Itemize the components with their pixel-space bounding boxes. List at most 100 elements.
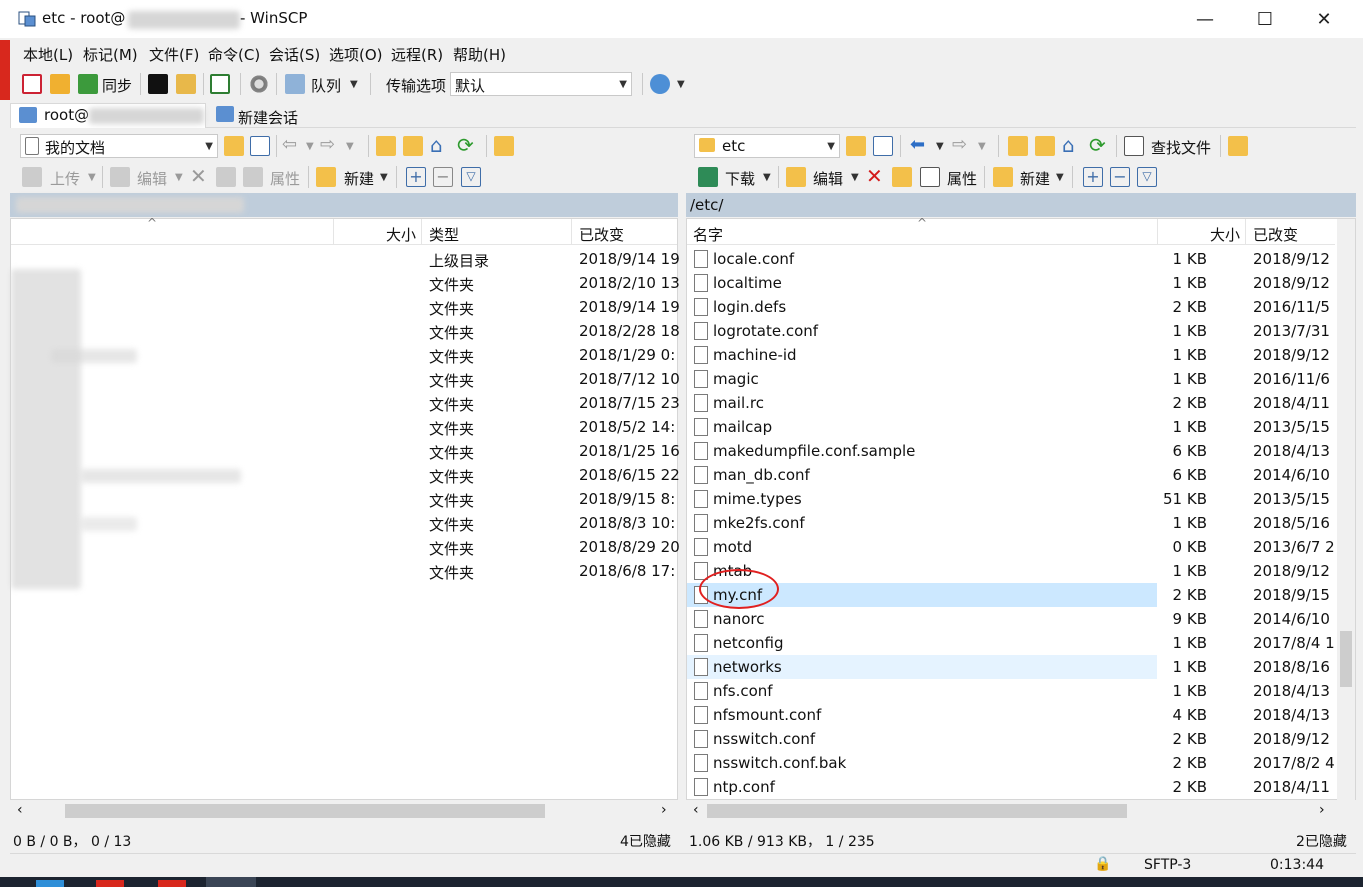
table-row[interactable]: localtime [687, 271, 1157, 295]
remote-location-select[interactable]: etc ▼ [694, 134, 840, 158]
find-files-icon[interactable] [1124, 136, 1144, 156]
table-row[interactable]: nfsmount.conf [687, 703, 1157, 727]
globe-icon[interactable] [650, 74, 670, 94]
scroll-right-arrow-icon[interactable]: › [1319, 802, 1325, 818]
table-row[interactable]: networks [687, 655, 1157, 679]
table-row[interactable]: 文件夹 2018/6/8 17: [11, 559, 677, 583]
remote-vertical-scrollbar[interactable] [1337, 219, 1355, 801]
root-directory-icon[interactable] [1035, 136, 1055, 156]
chevron-down-icon[interactable]: ▼ [936, 141, 944, 152]
column-type[interactable]: 类型 [429, 224, 459, 245]
upload-button[interactable]: 上传 [50, 168, 80, 189]
table-row[interactable]: nfs.conf [687, 679, 1157, 703]
download-button[interactable]: 下载 [725, 168, 755, 189]
sync-button[interactable]: 同步 [102, 75, 132, 96]
table-row[interactable]: mailcap [687, 415, 1157, 439]
edit-icon[interactable] [110, 167, 130, 187]
scroll-thumb[interactable] [1340, 631, 1352, 687]
scroll-left-arrow-icon[interactable]: ‹ [17, 802, 23, 818]
remote-file-list[interactable]: 名字 ^ 大小 已改变 locale.conf 1 KB 2018/9/12 loca… [686, 216, 1356, 821]
chevron-down-icon[interactable]: ▼ [677, 79, 685, 90]
back-arrow-icon[interactable]: ⇦ [282, 134, 297, 155]
table-row[interactable]: magic [687, 367, 1157, 391]
new-session-tab[interactable]: 新建会话 [210, 103, 310, 128]
table-row[interactable]: 上级目录 2018/9/14 19 [11, 247, 680, 271]
table-row[interactable]: 文件夹 2018/1/25 16 [11, 439, 680, 463]
table-row[interactable]: makedumpfile.conf.sample [687, 439, 1157, 463]
table-row[interactable]: 文件夹 2018/7/12 10 [11, 367, 680, 391]
unselect-all-icon[interactable]: − [1110, 167, 1130, 187]
menu-session[interactable]: 会话(S) [269, 44, 320, 65]
refresh-icon[interactable]: ⟳ [1089, 135, 1109, 156]
table-row[interactable]: login.defs [687, 295, 1157, 319]
table-row[interactable]: motd [687, 535, 1157, 559]
table-row[interactable]: 文件夹 2018/5/2 14: [11, 415, 677, 439]
table-row[interactable]: mke2fs.conf [687, 511, 1157, 535]
new-folder-icon[interactable] [316, 167, 336, 187]
table-row[interactable]: 文件夹 2018/9/14 19 [11, 295, 680, 319]
menu-local[interactable]: 本地(L) [23, 44, 73, 65]
menu-file[interactable]: 文件(F) [149, 44, 199, 65]
menu-options[interactable]: 选项(O) [329, 44, 383, 65]
queue-button[interactable]: 队列 [311, 75, 341, 96]
table-row[interactable]: 文件夹 2018/7/15 23 [11, 391, 680, 415]
refresh-sessions-icon[interactable] [210, 74, 230, 94]
transfer-preset-select[interactable]: 默认 ▼ [450, 72, 632, 96]
new-button[interactable]: 新建 [344, 168, 374, 189]
new-folder-icon[interactable] [993, 167, 1013, 187]
refresh-icon[interactable]: ⟳ [457, 135, 477, 156]
table-row[interactable]: logrotate.conf [687, 319, 1157, 343]
sync-icon[interactable] [78, 74, 98, 94]
scroll-thumb[interactable] [65, 804, 545, 818]
root-directory-icon[interactable] [403, 136, 423, 156]
tree-toggle-icon[interactable] [1228, 136, 1248, 156]
table-row[interactable]: 文件夹 2018/2/28 18 [11, 319, 680, 343]
table-row[interactable]: netconfig [687, 631, 1157, 655]
chevron-down-icon[interactable]: ▼ [346, 141, 354, 152]
chevron-down-icon[interactable]: ▼ [88, 172, 96, 183]
chevron-down-icon[interactable]: ▼ [350, 79, 358, 90]
table-row[interactable]: 文件夹 2018/9/15 8: [11, 487, 677, 511]
forward-arrow-icon[interactable]: ⇨ [952, 134, 967, 155]
chevron-down-icon[interactable]: ▼ [763, 172, 771, 183]
menu-help[interactable]: 帮助(H) [453, 44, 506, 65]
taskbar-app-icon[interactable] [158, 880, 186, 887]
scroll-right-arrow-icon[interactable]: › [661, 802, 667, 818]
table-row[interactable]: nsswitch.conf [687, 727, 1157, 751]
menu-commands[interactable]: 命令(C) [208, 44, 260, 65]
close-button[interactable]: ✕ [1295, 0, 1353, 38]
column-size[interactable]: 大小 [386, 224, 416, 245]
properties-icon[interactable] [920, 167, 940, 187]
minimize-button[interactable]: — [1176, 0, 1234, 38]
filter-icon[interactable]: ▽ [461, 167, 481, 187]
table-row[interactable]: nsswitch.conf.bak [687, 751, 1157, 775]
local-file-list[interactable]: ^ 大小 类型 已改变 上级目录 2018/9/14 19 文件夹 2018/2/10… [10, 216, 680, 821]
tree-toggle-icon[interactable] [494, 136, 514, 156]
table-row[interactable]: nanorc [687, 607, 1157, 631]
chevron-down-icon[interactable]: ▼ [175, 172, 183, 183]
taskbar-app-icon[interactable] [206, 877, 256, 887]
gear-icon[interactable] [249, 74, 269, 94]
open-folder-icon[interactable] [224, 136, 244, 156]
rename-icon[interactable] [216, 167, 236, 187]
table-row[interactable]: mime.types [687, 487, 1157, 511]
home-icon[interactable]: ⌂ [430, 135, 450, 156]
properties-button[interactable]: 属性 [270, 168, 300, 189]
chevron-down-icon[interactable]: ▼ [380, 172, 388, 183]
open-folder-icon[interactable] [846, 136, 866, 156]
edit-icon[interactable] [786, 167, 806, 187]
upload-icon[interactable] [22, 167, 42, 187]
scroll-thumb[interactable] [707, 804, 1127, 818]
find-files-button[interactable]: 查找文件 [1151, 137, 1211, 158]
maximize-button[interactable]: ☐ [1236, 0, 1294, 38]
column-size[interactable]: 大小 [1210, 224, 1240, 245]
column-name[interactable]: 名字 [693, 224, 723, 245]
filter-icon[interactable] [873, 136, 893, 156]
putty-icon[interactable] [176, 74, 196, 94]
scroll-left-arrow-icon[interactable]: ‹ [693, 802, 699, 818]
chevron-down-icon[interactable]: ▼ [1056, 172, 1064, 183]
table-row[interactable]: ntp.conf [687, 775, 1157, 799]
compare-directories-icon[interactable] [22, 74, 42, 94]
forward-arrow-icon[interactable]: ⇨ [320, 134, 335, 155]
table-row[interactable]: man_db.conf [687, 463, 1157, 487]
